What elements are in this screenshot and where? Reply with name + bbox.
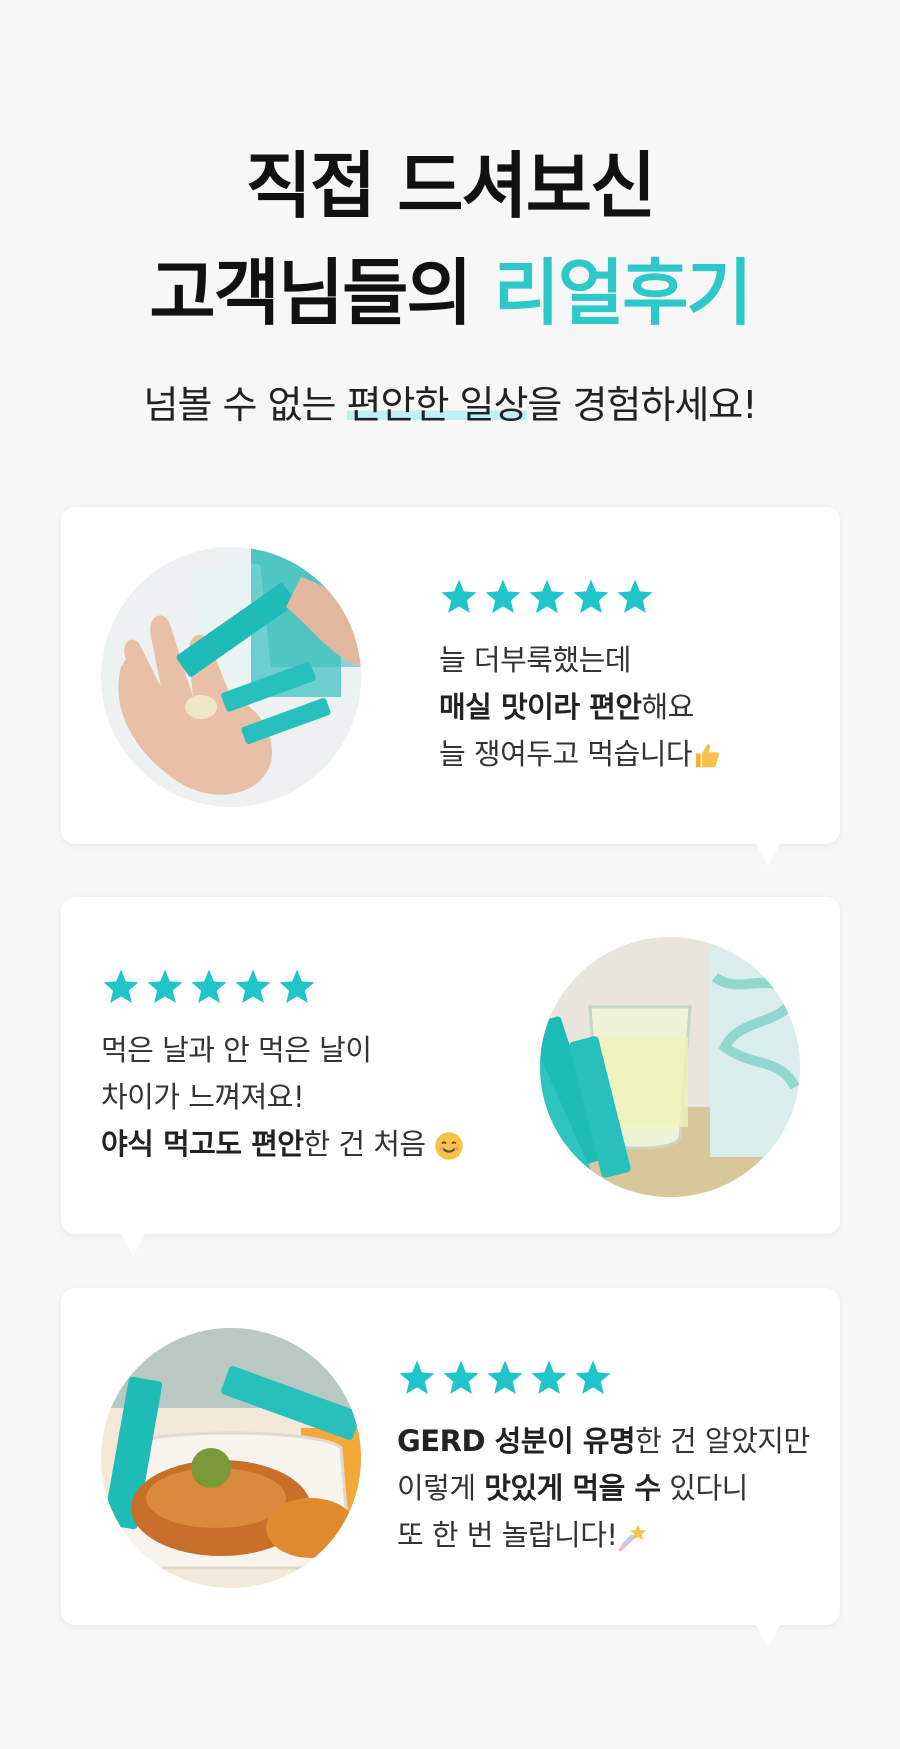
review-line: 이렇게 맛있게 먹을 수 있다니	[397, 1465, 810, 1512]
review-card-2: 먹은 날과 안 먹은 날이 차이가 느껴져요! 야식 먹고도 편안한 건 처음	[61, 897, 840, 1256]
review-text-part: 늘 더부룩했는데	[439, 643, 631, 677]
review-text-part: 해요	[641, 690, 694, 724]
review-card-1: 늘 더부룩했는데 매실 맛이라 편안해요 늘 쟁여두고 먹습니다	[61, 507, 840, 866]
speech-tail	[756, 1625, 780, 1647]
review-text-part: 차이가 느껴져요!	[101, 1080, 305, 1114]
star-icon	[103, 969, 139, 1003]
star-icon	[147, 969, 183, 1003]
star-icon	[531, 1360, 567, 1394]
review-line: 매실 맛이라 편안해요	[439, 684, 722, 731]
review-line: 야식 먹고도 편안한 건 처음	[101, 1121, 464, 1168]
headline-line-2: 고객님들의 리얼후기	[0, 257, 900, 329]
star-icon	[279, 969, 315, 1003]
review-text-bold: 맛있게 먹을 수	[484, 1471, 661, 1505]
shooting-star-icon	[618, 1524, 646, 1552]
review-text-part: 한 건 알았지만	[635, 1424, 810, 1458]
star-icon	[487, 1360, 523, 1394]
star-icon	[529, 579, 565, 613]
review-text-bold: 야식 먹고도 편안	[101, 1127, 304, 1161]
subtitle-post: 을 경험하세요!	[527, 383, 757, 427]
review-text-part: 있다니	[660, 1471, 748, 1505]
review-text-part: 또 한 번 놀랍니다!	[397, 1518, 618, 1552]
star-rating	[101, 967, 317, 1007]
review-photo-drink-glass	[540, 937, 800, 1197]
star-icon	[443, 1360, 479, 1394]
subtitle: 넘볼 수 없는 편안한 일상을 경험하세요!	[0, 383, 900, 427]
review-card-3: GERD 성분이 유명한 건 알았지만 이렇게 맛있게 먹을 수 있다니 또 한…	[61, 1288, 840, 1647]
star-icon	[191, 969, 227, 1003]
review-text-part: 이렇게	[397, 1471, 485, 1505]
headline-line-1: 직접 드셔보신	[245, 144, 657, 228]
review-text-part: 늘 쟁여두고 먹습니다	[439, 737, 693, 771]
review-line: 늘 더부룩했는데	[439, 637, 722, 684]
review-line: 또 한 번 놀랍니다!	[397, 1512, 810, 1559]
review-text-part: 먹은 날과 안 먹은 날이	[101, 1033, 372, 1067]
star-icon	[235, 969, 271, 1003]
star-rating	[439, 577, 655, 617]
review-text-1: 늘 더부룩했는데 매실 맛이라 편안해요 늘 쟁여두고 먹습니다	[439, 637, 722, 778]
star-icon	[485, 579, 521, 613]
review-photo-hand-powder	[101, 547, 361, 807]
review-text-bold: 매실 맛이라 편안	[439, 690, 642, 724]
subtitle-highlight: 편안한 일상	[346, 383, 528, 427]
headline-plain: 고객님들의	[149, 251, 494, 335]
subtitle-pre: 넘볼 수 없는	[143, 383, 347, 427]
review-text-part: 한 건 처음	[303, 1127, 435, 1161]
star-rating	[397, 1358, 613, 1398]
headline-accent: 리얼후기	[493, 251, 753, 335]
star-icon	[617, 579, 653, 613]
review-line: 먹은 날과 안 먹은 날이	[101, 1027, 464, 1074]
speech-tail	[756, 844, 780, 866]
review-line: 차이가 느껴져요!	[101, 1074, 464, 1121]
thumbs-up-icon	[695, 744, 720, 768]
star-icon	[575, 1360, 611, 1394]
review-line: 늘 쟁여두고 먹습니다	[439, 731, 722, 778]
speech-tail	[121, 1234, 145, 1256]
smiling-face-icon	[435, 1132, 464, 1160]
review-text-2: 먹은 날과 안 먹은 날이 차이가 느껴져요! 야식 먹고도 편안한 건 처음	[101, 1027, 464, 1168]
star-icon	[399, 1360, 435, 1394]
review-text-3: GERD 성분이 유명한 건 알았지만 이렇게 맛있게 먹을 수 있다니 또 한…	[397, 1418, 810, 1559]
review-line: GERD 성분이 유명한 건 알았지만	[397, 1418, 810, 1465]
review-photo-bread	[101, 1328, 361, 1588]
star-icon	[441, 579, 477, 613]
review-text-bold: GERD 성분이 유명	[397, 1424, 636, 1458]
star-icon	[573, 579, 609, 613]
